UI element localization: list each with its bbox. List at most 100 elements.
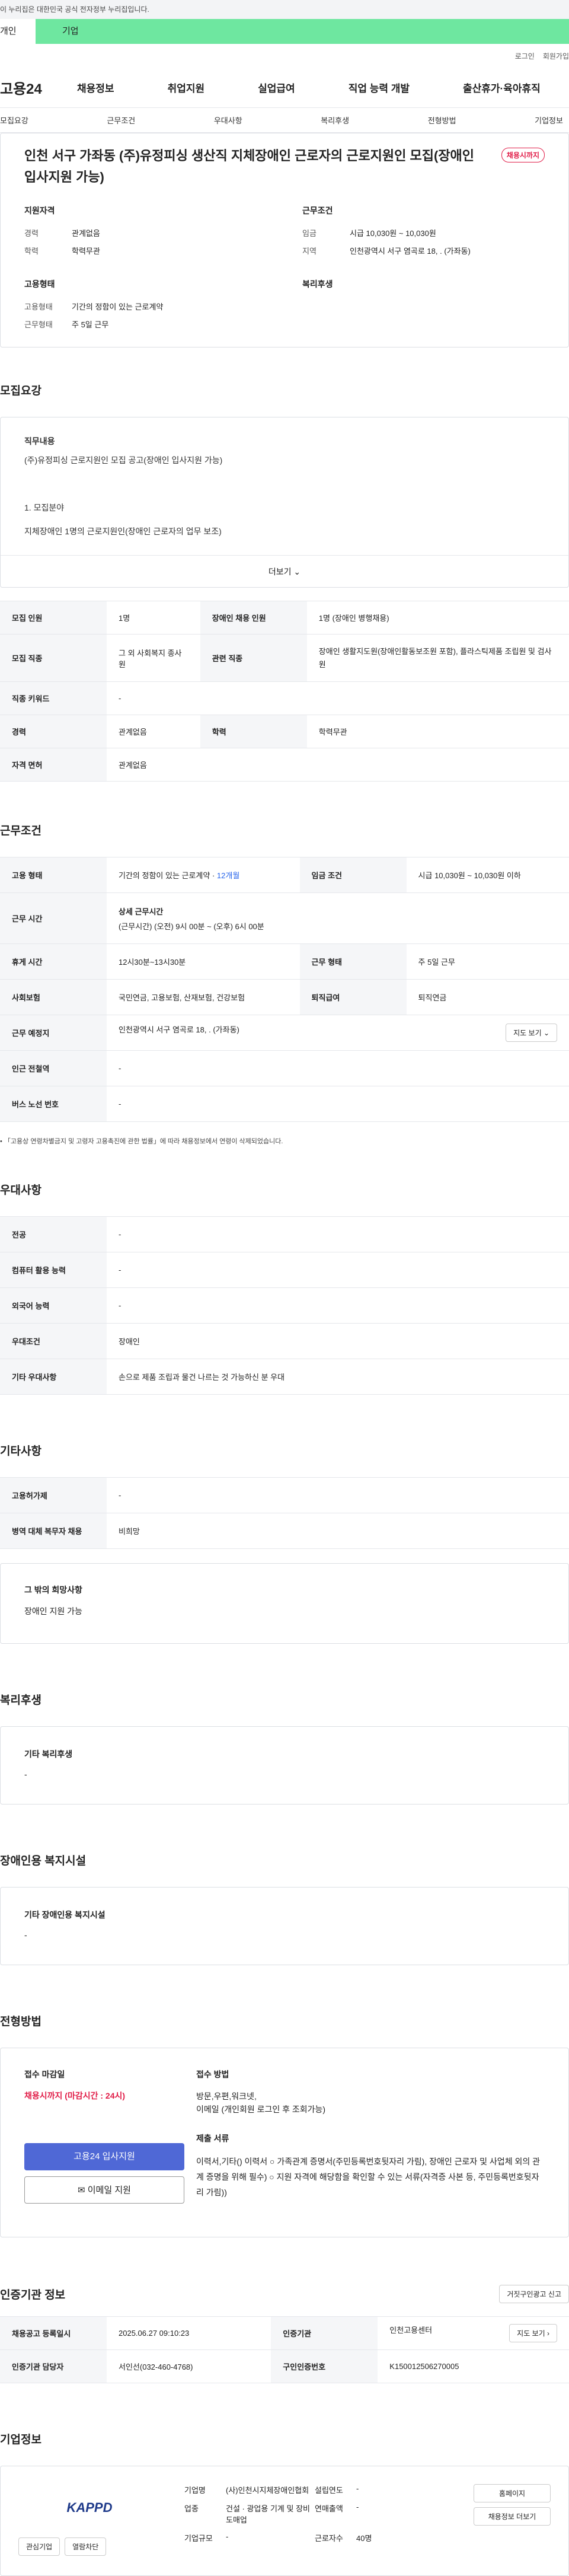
- label: 임금: [302, 229, 317, 238]
- signup-link[interactable]: 회원가입: [543, 51, 569, 61]
- gnb-vocational-training[interactable]: 직업 능력 개발: [349, 80, 410, 95]
- label: 관련 직종: [200, 634, 307, 682]
- label: 퇴직급여: [299, 979, 407, 1015]
- wish-heading: 그 밖의 희망사항: [24, 1585, 82, 1595]
- label: 고용 형태: [0, 857, 107, 893]
- value: 관계없음: [107, 715, 200, 748]
- util-menu: 로그인 회원가입: [0, 44, 569, 68]
- value: 서인선(032-460-4768): [107, 2349, 271, 2383]
- wage-value: 시급 10,030원 ~ 10,030원: [350, 229, 436, 238]
- size-value: -: [226, 2532, 229, 2541]
- org-value: 인천고용센터: [389, 2326, 433, 2335]
- value: 그 외 사회복지 종사원: [107, 634, 200, 682]
- section-nav: 모집요강 근무조건 우대사항 복리후생 전형방법 기업정보: [0, 108, 569, 133]
- employees-value: 40명: [356, 2534, 372, 2543]
- recruit-table: 모집 인원 1명 장애인 채용 인원 1명 (장애인 병행채용) 모집 직종 그 외 사…: [0, 601, 569, 782]
- label: 전공: [0, 1216, 107, 1252]
- subnav-conditions[interactable]: 근무조건: [107, 114, 135, 126]
- gnb-parental-leave[interactable]: 출산휴가·육아휴직: [463, 80, 541, 95]
- section-title-apply: 전형방법: [0, 2016, 41, 2028]
- value: 기간의 정함이 있는 근로계약 · 12개월: [107, 857, 300, 893]
- contract-period: 12개월: [216, 871, 240, 880]
- like-company-button[interactable]: 관심기업: [18, 2537, 60, 2556]
- welfare-heading: 복리후생: [302, 279, 333, 289]
- value: 시급 10,030원 ~ 10,030원 이하: [406, 857, 569, 893]
- employment-type-value: 기간의 정함이 있는 근로계약 ·: [119, 871, 217, 880]
- conditions-table: 고용 형태 기간의 정함이 있는 근로계약 · 12개월 임금 조건 시급 10,03…: [0, 857, 569, 1122]
- block-company-button[interactable]: 열람차단: [65, 2537, 107, 2556]
- label: 지역: [302, 247, 317, 256]
- subnav-selection[interactable]: 전형방법: [428, 114, 456, 126]
- education-value: 학력무관: [72, 247, 100, 256]
- label: 모집 직종: [0, 634, 107, 682]
- email-apply-button[interactable]: ✉ 이메일 지원: [24, 2176, 184, 2204]
- employment-type-value: 기간의 정함이 있는 근로계약: [72, 302, 164, 311]
- section-title-preference: 우대사항: [0, 1184, 41, 1197]
- deadline-heading: 접수 마감일: [24, 2070, 65, 2079]
- docs-heading: 제출 서류: [196, 2134, 229, 2143]
- subnav-recruit[interactable]: 모집요강: [0, 114, 28, 126]
- value: -: [107, 1216, 569, 1252]
- value: 국민연금, 고용보험, 산재보험, 건강보험: [107, 979, 300, 1015]
- more-jobs-button[interactable]: 채용정보 더보기: [474, 2507, 551, 2526]
- login-link[interactable]: 로그인: [515, 51, 535, 61]
- job-summary-card: 인천 서구 가좌동 (주)유정피싱 생산직 지체장애인 근로자의 근로지원인 모…: [0, 133, 569, 347]
- tab-corporate[interactable]: 기업: [36, 19, 569, 44]
- label: 경력: [0, 715, 107, 748]
- value: 상세 근무시간 (근무시간) (오전) 9시 00분 ~ (오후) 6시 00분: [107, 892, 569, 944]
- time-value: (근무시간) (오전) 9시 00분 ~ (오후) 6시 00분: [119, 922, 264, 931]
- label: 경력: [24, 229, 39, 238]
- value: -: [107, 1050, 569, 1086]
- report-button[interactable]: 거짓구인광고 신고: [499, 2285, 569, 2303]
- duty-line: (주)유정피싱 근로지원인 모집 공고(장애인 입사지원 가능): [24, 455, 223, 465]
- value: K150012506270005: [378, 2349, 569, 2383]
- company-name: (사)인천시지체장애인협회: [226, 2486, 309, 2495]
- label: 휴게 시간: [0, 943, 107, 980]
- value: 인천고용센터 지도 보기 ›: [378, 2316, 569, 2350]
- section-title-etc: 기타사항: [0, 1445, 41, 1458]
- map-button[interactable]: 지도 보기 ›: [509, 2324, 557, 2342]
- employment-heading: 고용형태: [24, 279, 55, 289]
- section-title-recruit: 모집요강: [0, 385, 41, 397]
- value: 퇴직연금: [406, 979, 569, 1015]
- gnb-employment-support[interactable]: 취업지원: [168, 80, 205, 95]
- place-value: 인천광역시 서구 염곡로 18, . (가좌동): [119, 1025, 239, 1034]
- conditions-heading: 근무조건: [302, 206, 333, 215]
- industry-value: 건설 · 광업용 기계 및 장비 도매업: [226, 2504, 310, 2524]
- recruit-detail-box: 직무내용 (주)유정피싱 근로지원인 모집 공고(장애인 입사지원 가능) 1.…: [0, 417, 569, 588]
- value: -: [107, 1287, 569, 1324]
- sales-value: -: [356, 2502, 359, 2511]
- area-value: 인천광역시 서구 염곡로 18, . (가좌동): [350, 247, 471, 256]
- value: 장애인 생활지도원(장애인활동보조원 포함), 플라스틱제품 조립원 및 검사원: [306, 634, 569, 682]
- homepage-button[interactable]: 홈페이지: [474, 2484, 551, 2502]
- age-note: • 「고용상 연령차별금지 및 고령자 고용촉진에 관한 법률」에 따라 채용정…: [0, 1138, 283, 1145]
- method-heading: 접수 방법: [196, 2070, 229, 2079]
- label: 근무 형태: [299, 943, 407, 980]
- label: 구인인증번호: [271, 2349, 378, 2383]
- value: -: [107, 681, 569, 715]
- qualification-heading: 지원자격: [24, 206, 55, 215]
- label: 연매출액: [315, 2504, 343, 2513]
- subnav-preference[interactable]: 우대사항: [214, 114, 242, 126]
- cert-table: 채용공고 등록일시 2025.06.27 09:10:23 인증기관 인천고용센터 지도…: [0, 2316, 569, 2383]
- gnb-unemployment-benefit[interactable]: 실업급여: [258, 80, 295, 95]
- mail-icon: ✉: [78, 2185, 88, 2195]
- value: 비희망: [107, 1513, 569, 1549]
- map-button[interactable]: 지도 보기 ⌄: [506, 1024, 557, 1042]
- value: 인천광역시 서구 염곡로 18, . (가좌동) 지도 보기 ⌄: [107, 1015, 569, 1051]
- subnav-welfare[interactable]: 복리후생: [321, 114, 349, 126]
- apply-button[interactable]: 고용24 입사지원: [24, 2143, 184, 2170]
- work-week-value: 주 5일 근무: [72, 320, 109, 329]
- value: 손으로 제품 조립과 물건 나르는 것 가능하신 분 우대: [107, 1359, 569, 1395]
- method-value-2: 이메일 (개인회원 로그인 후 조회가능): [196, 2105, 326, 2114]
- tab-personal[interactable]: 개인: [0, 19, 36, 44]
- subnav-company[interactable]: 기업정보: [535, 114, 563, 126]
- item-1-desc: 지체장애인 1명의 근로지원인(장애인 근로자의 업무 보조): [24, 527, 222, 536]
- gnb-jobs[interactable]: 채용정보: [77, 80, 114, 95]
- more-button[interactable]: 더보기 ⌄: [1, 555, 568, 587]
- value: 주 5일 근무: [406, 943, 569, 980]
- label: 모집 인원: [0, 601, 107, 635]
- gov-banner: 이 누리집은 대한민국 공식 전자정부 누리집입니다.: [0, 0, 569, 19]
- site-logo[interactable]: 고용24: [0, 77, 77, 98]
- value: -: [107, 1086, 569, 1122]
